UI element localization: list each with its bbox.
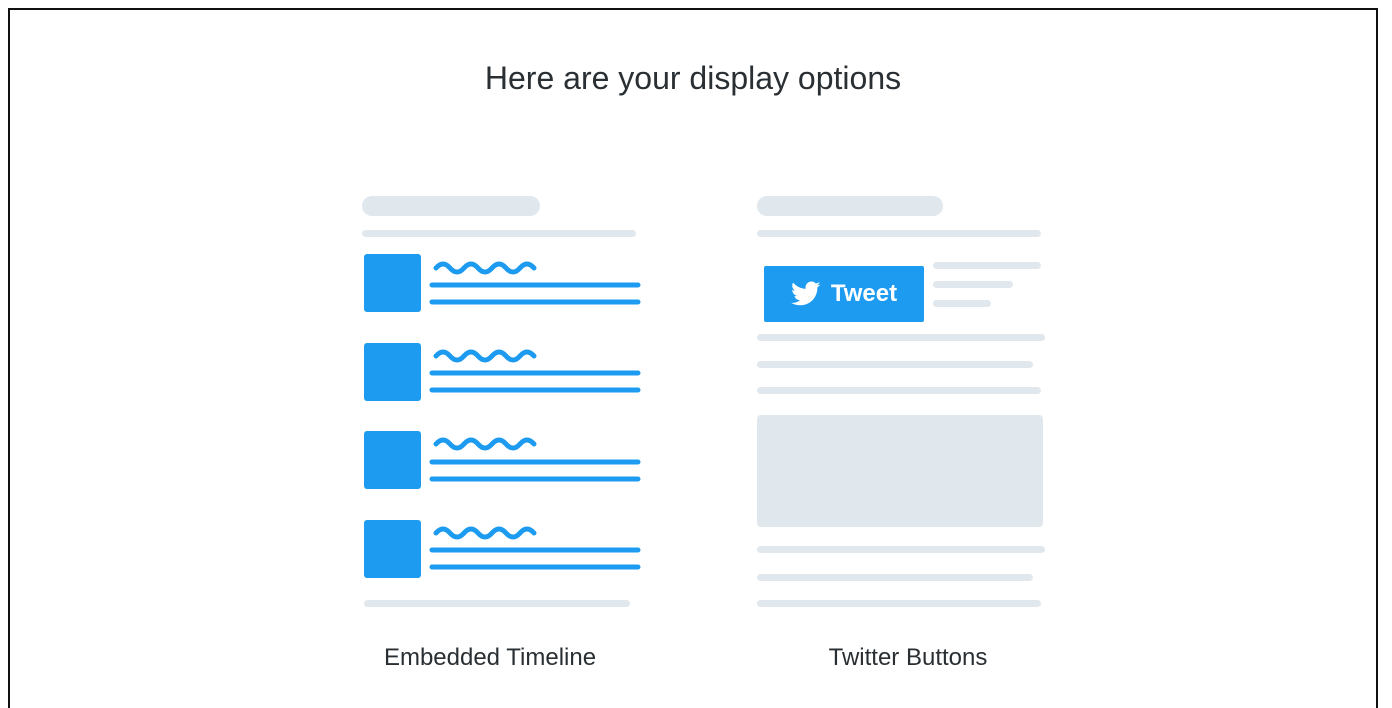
buttons-illustration-icon: [757, 196, 1045, 607]
timeline-illustration-icon: [362, 196, 641, 607]
twitter-bird-icon: [790, 281, 821, 306]
page-title: Here are your display options: [484, 60, 902, 96]
tweet-button-label: Tweet: [830, 280, 898, 307]
option-twitter-buttons[interactable]: Tweet Twitter Buttons: [747, 196, 1047, 676]
tweet-button: Tweet: [764, 266, 924, 322]
option-label: Twitter Buttons: [828, 644, 988, 671]
option-label: Embedded Timeline: [383, 644, 597, 671]
display-options-panel: Here are your display options Embedded T…: [8, 8, 1378, 708]
option-embedded-timeline[interactable]: Embedded Timeline: [352, 196, 652, 676]
